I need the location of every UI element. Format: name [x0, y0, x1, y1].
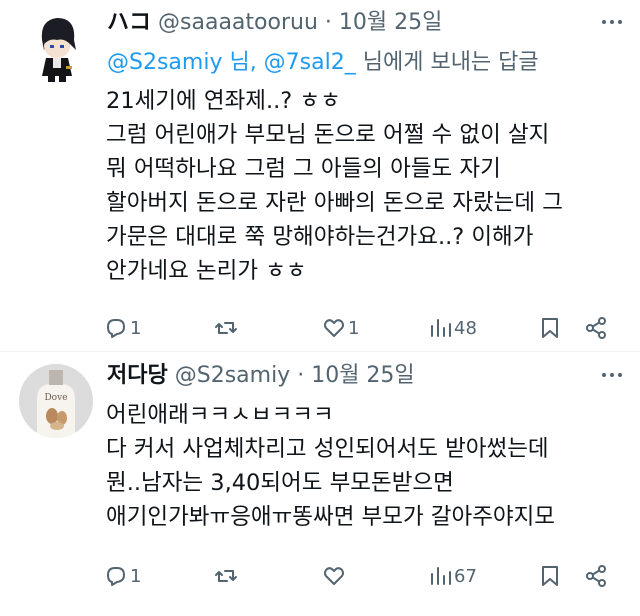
heart-icon — [324, 567, 344, 585]
avatar[interactable] — [20, 10, 94, 84]
tweet-actions: 1 67 — [104, 561, 614, 591]
reply-icon — [107, 319, 125, 338]
reply-count: 1 — [130, 317, 142, 339]
like-count: 1 — [348, 317, 360, 339]
avatar[interactable]: Dove — [19, 364, 93, 438]
share-button[interactable] — [584, 313, 608, 343]
like-button[interactable]: 1 — [322, 313, 359, 343]
user-handle[interactable]: @S2samiy — [175, 363, 290, 388]
reply-suffix: 님에게 보내는 답글 — [355, 50, 539, 75]
tweet-text-line: 가문은 대대로 쭉 망해야하는건가요..? 이해가 — [106, 224, 534, 250]
tweet-date[interactable]: 10월 25일 — [311, 363, 414, 388]
tweet-text-line: 할아버지 돈으로 자란 아빠의 돈으로 자랐는데 그 — [106, 190, 563, 216]
tweet-text-line: 그럼 어린애가 부모님 돈으로 어쩔 수 없이 살지 — [106, 122, 550, 148]
reply-mentions[interactable]: @S2samiy 님, @7sal2_ — [107, 50, 356, 75]
tweet[interactable]: ハコ @saaaatooruu · 10월 25일 @S2samiy 님, @7… — [0, 0, 640, 352]
bookmark-button[interactable] — [538, 313, 562, 343]
avatar-anime-character-image — [20, 10, 94, 84]
tweet-text-line: 21세기에 연좌제..? ㅎㅎ — [106, 88, 341, 114]
reply-button[interactable]: 1 — [104, 561, 141, 591]
tweet[interactable]: Dove 저다당 @S2samiy · 10월 25일 어린애래ㅋㅋㅅㅂㅋㅋㅋ … — [0, 353, 640, 616]
share-icon — [586, 317, 606, 339]
views-icon — [431, 319, 451, 337]
views-button[interactable]: 67 — [428, 561, 477, 591]
avatar-product-bottle-image: Dove — [19, 364, 93, 438]
separator-dot: · — [297, 363, 305, 388]
view-count: 67 — [454, 565, 477, 587]
tweet-header: ハコ @saaaatooruu · 10월 25일 — [107, 8, 442, 38]
share-icon — [586, 565, 606, 587]
reply-button[interactable]: 1 — [104, 313, 141, 343]
tweet-date[interactable]: 10월 25일 — [339, 10, 442, 35]
like-button[interactable] — [322, 561, 348, 591]
retweet-icon — [215, 322, 237, 334]
retweet-icon — [215, 570, 237, 582]
tweet-text-line: 뭔..남자는 3,40되어도 부모돈받으면 — [106, 470, 454, 496]
svg-text:Dove: Dove — [44, 393, 67, 403]
tweet-text-line: 애기인가봐ㅠ응애ㅠ똥싸면 부모가 갈아주야지모 — [106, 504, 556, 530]
tweet-text-line: 안가네요 논리가 ㅎㅎ — [106, 258, 307, 284]
retweet-button[interactable] — [214, 313, 240, 343]
replying-to: @S2samiy 님, @7sal2_ 님에게 보내는 답글 — [107, 48, 539, 78]
tweet-text: 21세기에 연좌제..? ㅎㅎ 그럼 어린애가 부모님 돈으로 어쩔 수 없이 … — [106, 84, 563, 288]
separator-dot: · — [324, 10, 332, 35]
views-button[interactable]: 48 — [428, 313, 477, 343]
display-name[interactable]: ハコ — [107, 10, 151, 35]
tweet-text: 어린애래ㅋㅋㅅㅂㅋㅋㅋ 다 커서 사업체차리고 성인되어서도 받아썼는데 뭔..… — [106, 398, 555, 534]
views-icon — [431, 567, 451, 585]
bookmark-icon — [542, 318, 558, 338]
reply-icon — [107, 567, 125, 586]
tweet-actions: 1 1 48 — [104, 313, 614, 343]
display-name[interactable]: 저다당 — [107, 363, 168, 388]
more-icon[interactable] — [602, 365, 622, 385]
more-icon[interactable] — [602, 12, 622, 32]
tweet-text-line: 어린애래ㅋㅋㅅㅂㅋㅋㅋ — [106, 402, 334, 428]
view-count: 48 — [454, 317, 477, 339]
heart-icon — [324, 319, 344, 337]
share-button[interactable] — [584, 561, 608, 591]
tweet-header: 저다당 @S2samiy · 10월 25일 — [107, 361, 415, 391]
bookmark-icon — [542, 566, 558, 586]
bookmark-button[interactable] — [538, 561, 562, 591]
user-handle[interactable]: @saaaatooruu — [158, 10, 318, 35]
tweet-text-line: 다 커서 사업체차리고 성인되어서도 받아썼는데 — [106, 436, 549, 462]
reply-count: 1 — [130, 565, 142, 587]
retweet-button[interactable] — [214, 561, 240, 591]
tweet-text-line: 뭐 어떡하나요 그럼 그 아들의 아들도 자기 — [106, 156, 501, 182]
